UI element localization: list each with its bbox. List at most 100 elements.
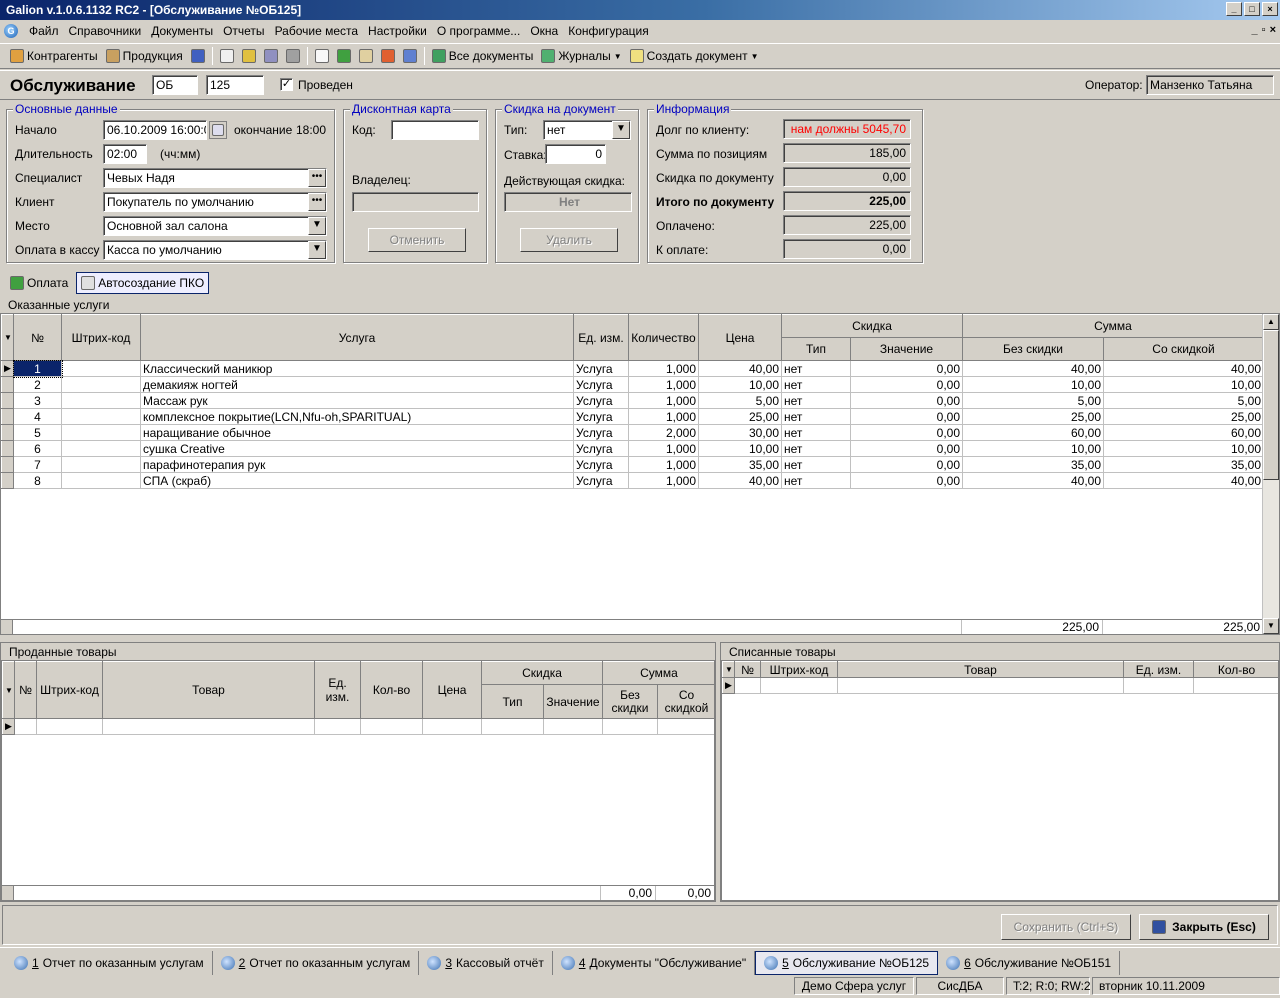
- cell-price[interactable]: 5,00: [698, 392, 782, 409]
- cell-sum[interactable]: 10,00: [962, 440, 1104, 457]
- specialist-input[interactable]: Чевых Надя •••: [103, 168, 327, 188]
- duration-input[interactable]: 02:00: [103, 144, 147, 164]
- price-button[interactable]: [187, 45, 209, 67]
- ellipsis-button[interactable]: •••: [308, 193, 326, 211]
- menu-reports[interactable]: Отчеты: [218, 22, 269, 40]
- calendar-picker-icon[interactable]: [209, 121, 227, 139]
- col-num[interactable]: №: [734, 661, 761, 678]
- cell-empty[interactable]: [422, 718, 482, 735]
- close-button[interactable]: ×: [1262, 2, 1278, 16]
- menu-windows[interactable]: Окна: [525, 22, 563, 40]
- col-unit[interactable]: Ед. изм.: [573, 314, 629, 361]
- home-button[interactable]: [377, 45, 399, 67]
- cell-sum-disc[interactable]: 10,00: [1103, 376, 1264, 393]
- all-docs-button[interactable]: Все документы: [428, 45, 538, 67]
- discount-delete-button[interactable]: Удалить: [520, 228, 618, 252]
- table-row[interactable]: 2 демакияж ногтей Услуга 1,000 10,00 нет 0,00 1…: [1, 376, 1264, 393]
- chevron-down-icon[interactable]: ▼: [308, 217, 326, 235]
- col-disc-type[interactable]: Тип: [481, 684, 544, 719]
- mdi-minimize-button[interactable]: _: [1252, 24, 1258, 36]
- cell-unit[interactable]: Услуга: [573, 392, 629, 409]
- cell-barcode[interactable]: [61, 408, 141, 425]
- cell-service[interactable]: Массаж рук: [140, 392, 574, 409]
- cell-barcode[interactable]: [61, 456, 141, 473]
- col-barcode[interactable]: Штрих-код: [760, 661, 838, 678]
- cell-disc-type[interactable]: нет: [781, 408, 851, 425]
- window-tab-4[interactable]: 4 Документы "Обслуживание": [553, 950, 756, 975]
- window-tab-3[interactable]: 3 Кассовый отчёт: [419, 950, 553, 975]
- cell-price[interactable]: 40,00: [698, 472, 782, 489]
- scroll-down-icon[interactable]: ▼: [1263, 618, 1279, 634]
- window-tab-1[interactable]: 1 Отчет по оказанным услугам: [6, 950, 213, 975]
- col-sum-with-disc[interactable]: Со скидкой: [657, 684, 714, 719]
- cell-sum[interactable]: 35,00: [962, 456, 1104, 473]
- cell-empty[interactable]: [314, 718, 361, 735]
- cell-empty[interactable]: [14, 718, 37, 735]
- cell-service[interactable]: СПА (скраб): [140, 472, 574, 489]
- cell-num[interactable]: 6: [13, 440, 62, 457]
- col-barcode[interactable]: Штрих-код: [61, 314, 141, 361]
- table-row[interactable]: ▶ 1 Классический маникюр Услуга 1,000 40,00 не…: [1, 359, 1264, 378]
- cell-service[interactable]: комплексное покрытие(LCN,Nfu-oh,SPARITUA…: [140, 408, 574, 425]
- menu-directories[interactable]: Справочники: [64, 22, 147, 40]
- cell-empty[interactable]: [837, 677, 1124, 694]
- minimize-button[interactable]: _: [1226, 2, 1242, 16]
- cell-unit[interactable]: Услуга: [573, 440, 629, 457]
- mdi-close-button[interactable]: ×: [1270, 24, 1276, 36]
- table-row[interactable]: 7 парафинотерапия рук Услуга 1,000 35,00 нет 0…: [1, 456, 1264, 473]
- chevron-down-icon[interactable]: ▼: [612, 121, 630, 139]
- table-row[interactable]: 3 Массаж рук Услуга 1,000 5,00 нет 0,00 5,00 5,0…: [1, 392, 1264, 409]
- cell-num[interactable]: 8: [13, 472, 62, 489]
- cell-disc-type[interactable]: нет: [781, 424, 851, 441]
- cell-empty[interactable]: [543, 718, 603, 735]
- cell-disc-value[interactable]: 0,00: [850, 408, 963, 425]
- cell-unit[interactable]: Услуга: [573, 408, 629, 425]
- cell-empty[interactable]: [760, 677, 838, 694]
- cell-barcode[interactable]: [61, 376, 141, 393]
- cell-sum[interactable]: 40,00: [962, 472, 1104, 489]
- cell-disc-type[interactable]: нет: [781, 440, 851, 457]
- cell-price[interactable]: 30,00: [698, 424, 782, 441]
- cell-empty[interactable]: [481, 718, 544, 735]
- contractors-button[interactable]: Контрагенты: [6, 45, 102, 67]
- menu-documents[interactable]: Документы: [146, 22, 218, 40]
- scroll-up-icon[interactable]: ▲: [1263, 314, 1279, 330]
- col-disc-value[interactable]: Значение: [850, 337, 963, 361]
- cell-unit[interactable]: Услуга: [573, 360, 629, 377]
- chevron-down-icon[interactable]: ▼: [308, 241, 326, 259]
- cashbox-select[interactable]: Касса по умолчанию ▼: [103, 240, 327, 260]
- col-product[interactable]: Товар: [837, 661, 1124, 678]
- col-product[interactable]: Товар: [102, 661, 315, 719]
- cell-unit[interactable]: Услуга: [573, 456, 629, 473]
- calendar-button[interactable]: [399, 45, 421, 67]
- cell-num[interactable]: 7: [13, 456, 62, 473]
- cell-price[interactable]: 10,00: [698, 376, 782, 393]
- col-num[interactable]: №: [13, 314, 62, 361]
- cell-service[interactable]: Классический маникюр: [140, 360, 574, 377]
- menu-about[interactable]: О программе...: [432, 22, 525, 40]
- cell-unit[interactable]: Услуга: [573, 472, 629, 489]
- cell-price[interactable]: 35,00: [698, 456, 782, 473]
- cell-barcode[interactable]: [61, 440, 141, 457]
- col-sum-no-disc[interactable]: Без скидки: [962, 337, 1104, 361]
- cell-unit[interactable]: Услуга: [573, 376, 629, 393]
- cell-barcode[interactable]: [61, 424, 141, 441]
- cell-qty[interactable]: 1,000: [628, 440, 699, 457]
- filter-button[interactable]: [282, 45, 304, 67]
- col-qty[interactable]: Кол-во: [1193, 661, 1278, 678]
- cell-sum-disc[interactable]: 60,00: [1103, 424, 1264, 441]
- cell-barcode[interactable]: [61, 392, 141, 409]
- cell-empty[interactable]: [1123, 677, 1194, 694]
- table-row[interactable]: ▶: [722, 677, 1278, 694]
- cell-qty[interactable]: 1,000: [628, 360, 699, 377]
- cell-disc-value[interactable]: 0,00: [850, 392, 963, 409]
- col-qty[interactable]: Количество: [628, 314, 699, 361]
- products-button[interactable]: Продукция: [102, 45, 187, 67]
- cell-price[interactable]: 25,00: [698, 408, 782, 425]
- doc-number-input[interactable]: 125: [206, 75, 264, 95]
- cell-barcode[interactable]: [61, 472, 141, 489]
- card-cancel-button[interactable]: Отменить: [368, 228, 466, 252]
- cell-disc-type[interactable]: нет: [781, 392, 851, 409]
- cell-qty[interactable]: 1,000: [628, 456, 699, 473]
- cell-disc-value[interactable]: 0,00: [850, 424, 963, 441]
